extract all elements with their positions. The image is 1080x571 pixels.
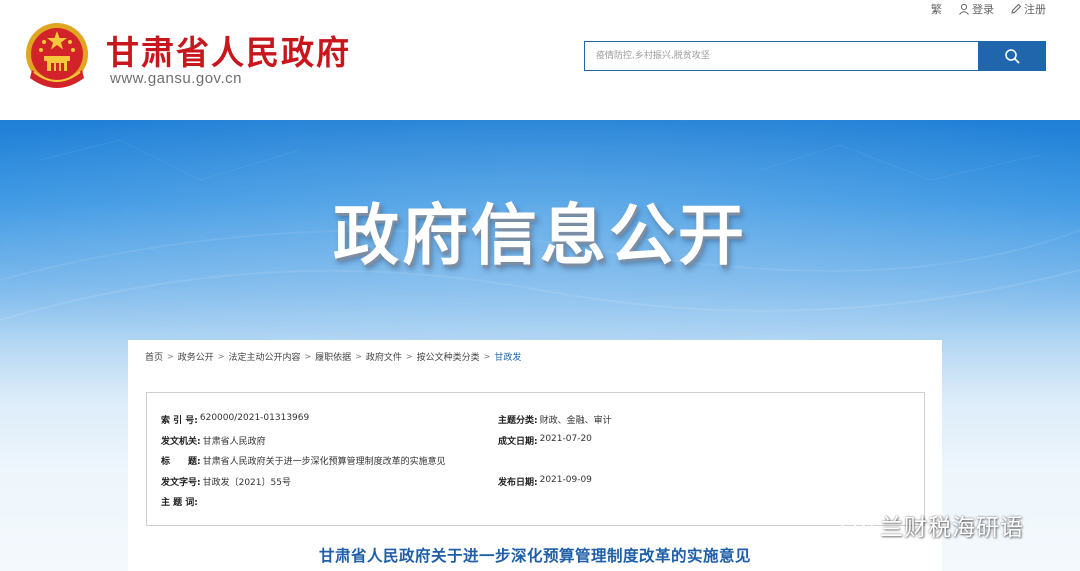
login-label: 登录 (972, 3, 994, 16)
traditional-chinese-link[interactable]: 繁 (931, 1, 942, 17)
meta-value: 甘政发〔2021〕55号 (202, 478, 291, 488)
breadcrumb-separator-icon: > (217, 352, 225, 361)
meta-label: 主题分类: (498, 416, 538, 426)
register-label: 注册 (1024, 3, 1046, 16)
breadcrumb-separator-icon: > (304, 352, 312, 361)
register-link[interactable]: 注册 (1010, 1, 1046, 17)
site-url[interactable]: www.gansu.gov.cn (110, 70, 242, 87)
meta-label: 发文机关: (161, 437, 201, 447)
breadcrumb-item-statutory-disclosure[interactable]: 法定主动公开内容 (228, 350, 300, 363)
national-emblem-icon[interactable] (22, 20, 92, 92)
meta-value: 620000/2021-01313969 (199, 413, 310, 423)
breadcrumb-item-home[interactable]: 首页 (145, 350, 163, 363)
banner-title: 政府信息公开 (333, 197, 747, 274)
meta-value: 甘肃省人民政府 (202, 437, 266, 447)
meta-published-date: 发布日期: 2021-09-09 (498, 475, 592, 488)
meta-title: 标 题: 甘肃省人民政府关于进一步深化预算管理制度改革的实施意见 (161, 454, 446, 467)
breadcrumb-separator-icon: > (355, 352, 362, 361)
meta-label: 标 题: (161, 457, 201, 467)
breadcrumb-item-government-affairs[interactable]: 政务公开 (178, 350, 214, 363)
search-icon (1005, 49, 1020, 64)
meta-label: 成文日期: (498, 437, 538, 447)
meta-value: 2021-07-20 (539, 434, 592, 444)
breadcrumb-separator-icon: > (405, 352, 413, 361)
meta-index-number: 索 引 号: 620000/2021-01313969 (161, 413, 309, 426)
watermark: 兰财税海研语 (840, 508, 1024, 542)
meta-topic: 主题分类: 财政、金融、审计 (498, 413, 612, 426)
search-input[interactable] (585, 42, 978, 70)
pencil-icon (1011, 3, 1022, 14)
breadcrumb-separator-icon: > (483, 352, 491, 361)
breadcrumb-item-duty-basis[interactable]: 履职依据 (315, 350, 351, 363)
meta-value: 财政、金融、审计 (539, 416, 612, 426)
meta-label: 索 引 号: (161, 416, 198, 426)
breadcrumb-item-government-documents[interactable]: 政府文件 (366, 350, 402, 363)
document-title: 甘肃省人民政府关于进一步深化预算管理制度改革的实施意见 (318, 547, 751, 565)
meta-value: 2021-09-09 (539, 475, 592, 485)
meta-keywords: 主 题 词: (161, 495, 200, 508)
breadcrumb-separator-icon: > (167, 352, 174, 361)
meta-value: 甘肃省人民政府关于进一步深化预算管理制度改革的实施意见 (202, 457, 446, 467)
breadcrumb-item-by-document-type[interactable]: 按公文种类分类 (417, 350, 480, 363)
watermark-text: 兰财税海研语 (880, 515, 1024, 541)
site-title[interactable]: 甘肃省人民政府 (106, 26, 351, 74)
document-metadata-table: 索 引 号: 620000/2021-01313969 主题分类: 财政、金融、… (146, 392, 925, 526)
meta-label: 发文字号: (161, 478, 201, 488)
wechat-icon (840, 512, 874, 539)
user-icon (959, 3, 969, 15)
breadcrumb-item-current[interactable]: 甘政发 (494, 350, 521, 363)
meta-label: 发布日期: (498, 478, 538, 488)
site-header: 甘肃省人民政府 www.gansu.gov.cn 繁 登录 注册 (0, 0, 1080, 120)
meta-label: 主 题 词: (161, 498, 198, 508)
search-box (584, 41, 978, 71)
meta-created-date: 成文日期: 2021-07-20 (498, 434, 592, 447)
meta-document-number: 发文字号: 甘政发〔2021〕55号 (161, 475, 291, 488)
top-links: 繁 登录 注册 (915, 1, 1046, 17)
content-card: 首页 > 政务公开 > 法定主动公开内容 > 履职依据 > 政府文件 > 按公文… (128, 340, 942, 571)
login-link[interactable]: 登录 (958, 1, 994, 17)
meta-issuer: 发文机关: 甘肃省人民政府 (161, 434, 266, 447)
breadcrumb: 首页 > 政务公开 > 法定主动公开内容 > 履职依据 > 政府文件 > 按公文… (145, 350, 521, 363)
search-button[interactable] (978, 41, 1046, 71)
